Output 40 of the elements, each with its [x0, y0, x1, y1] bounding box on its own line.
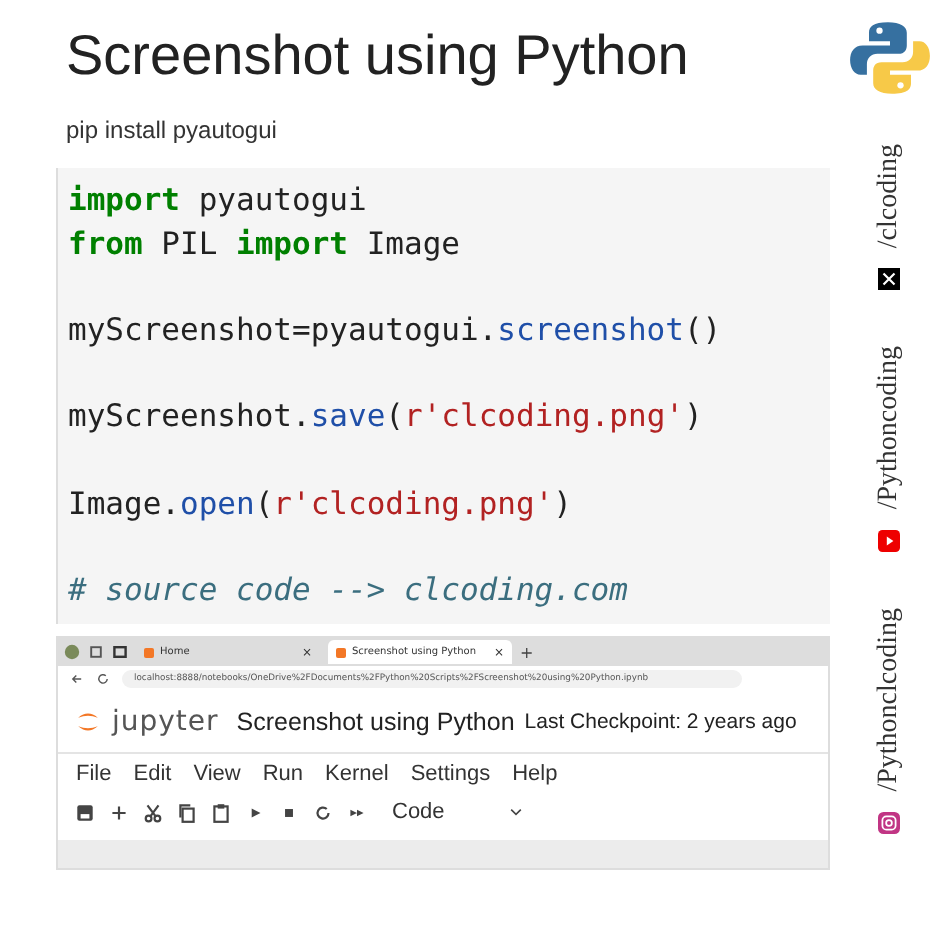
checkpoint-label: Last Checkpoint: 2 years ago [524, 710, 797, 734]
code-line: from PIL import Image [68, 223, 460, 266]
save-icon[interactable] [74, 801, 96, 823]
copy-icon[interactable] [176, 801, 198, 823]
menu-item[interactable]: View [193, 762, 241, 786]
menu-item[interactable]: Run [262, 762, 304, 786]
page-title: Screenshot using Python [66, 24, 689, 88]
logo-icon [74, 708, 102, 736]
code-line: myScreenshot.save(r'clcoding.png') [68, 396, 703, 439]
cell-type-dropdown[interactable]: Code [392, 800, 525, 824]
notebook-name[interactable]: Screenshot using Python [236, 708, 515, 736]
copy-icon[interactable] [88, 644, 104, 660]
code-line: myScreenshot=pyautogui.screenshot() [68, 310, 722, 353]
menu-item[interactable]: Edit [133, 762, 172, 786]
code-line: Image.open(r'clcoding.png') [68, 483, 572, 526]
menu-item[interactable]: Help [512, 762, 558, 786]
camera-icon[interactable] [878, 811, 900, 834]
clipboard-icon[interactable] [210, 801, 232, 823]
play-icon[interactable] [878, 529, 900, 552]
chevron-icon[interactable] [508, 804, 525, 820]
x-icon[interactable] [878, 268, 900, 291]
code-line: # source code --> clcoding.com [68, 570, 628, 613]
menu-item[interactable]: Settings [410, 762, 491, 786]
social-handle[interactable]: /Pythonclcoding [873, 607, 905, 792]
install-command: pip install pyautogui [66, 116, 277, 144]
new-tab-button[interactable]: + [520, 643, 534, 661]
reload-icon[interactable] [96, 672, 110, 686]
python-logo-icon [847, 16, 931, 100]
social-handle[interactable]: /clcoding [873, 144, 905, 249]
avatar-icon[interactable] [64, 644, 80, 660]
plus-icon[interactable] [108, 801, 130, 823]
menu-item[interactable]: Kernel [325, 762, 389, 786]
menu-item[interactable]: File [76, 762, 112, 786]
social-handle[interactable]: /Pythoncoding [873, 346, 905, 510]
back-icon[interactable] [70, 672, 84, 686]
code-line: import pyautogui [68, 180, 367, 222]
restart-icon[interactable] [312, 801, 334, 823]
scissors-icon[interactable] [142, 801, 164, 823]
window-icon[interactable] [112, 644, 128, 660]
logo-text: jupyter [112, 706, 219, 738]
